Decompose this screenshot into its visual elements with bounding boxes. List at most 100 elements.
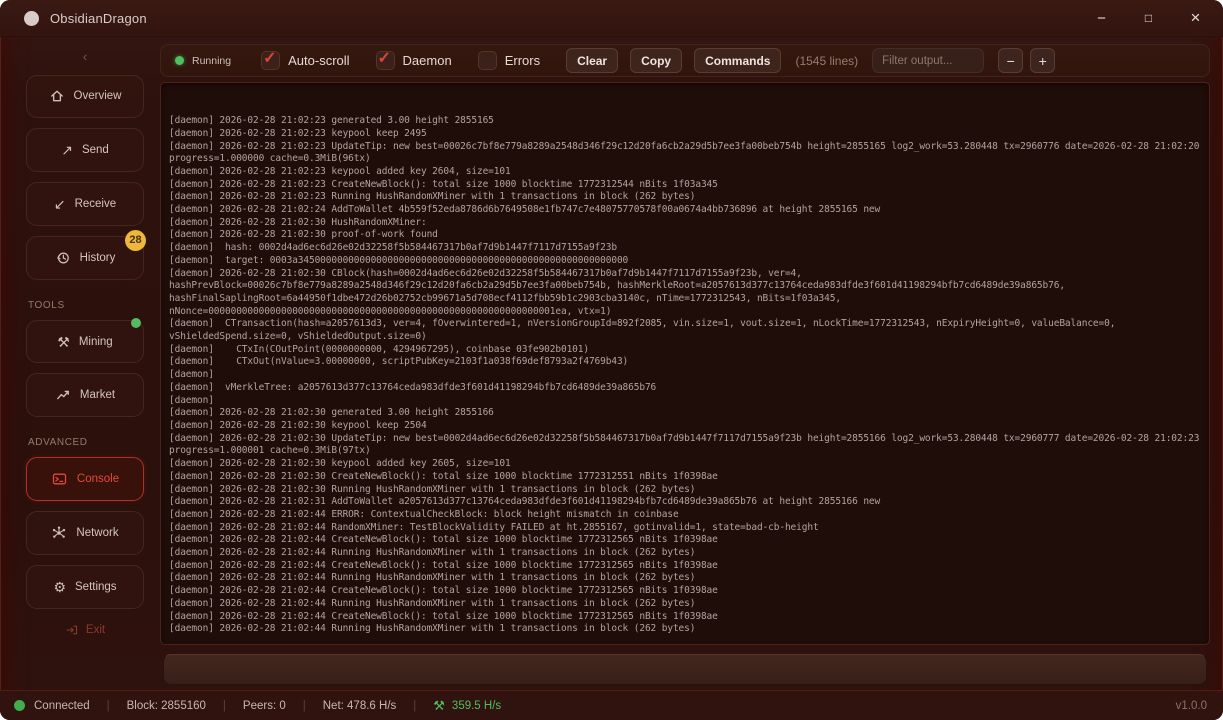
filter-input[interactable] bbox=[872, 48, 984, 73]
sidebar-collapse-button[interactable]: ‹ bbox=[20, 48, 150, 66]
errors-label: Errors bbox=[505, 53, 540, 68]
autoscroll-label: Auto-scroll bbox=[288, 53, 349, 68]
statusbar-separator: | bbox=[303, 700, 306, 712]
mining-hashrate-icon: ⚒ bbox=[433, 698, 445, 714]
sidebar-section-tools: TOOLS bbox=[28, 300, 142, 311]
app-version: v1.0.0 bbox=[1176, 700, 1207, 712]
gear-icon: ⚙ bbox=[53, 580, 66, 594]
sidebar-item-network[interactable]: Network bbox=[26, 511, 144, 555]
log-line: [daemon] 2026-02-28 21:02:44 Running Hus… bbox=[169, 547, 1201, 560]
sidebar-item-label: Network bbox=[76, 527, 118, 539]
log-line: [daemon] 2026-02-28 21:02:30 generated 3… bbox=[169, 407, 1201, 420]
daemon-status-dot bbox=[175, 56, 184, 65]
copy-button[interactable]: Copy bbox=[630, 48, 682, 73]
log-line: [daemon] 2026-02-28 21:02:30 keypool add… bbox=[169, 458, 1201, 471]
console-command-input[interactable] bbox=[163, 654, 1207, 685]
app-window: ObsidianDragon − □ × ‹ Overview ↗ Send ↙… bbox=[0, 0, 1223, 720]
sidebar-item-mining[interactable]: ⚒ Mining bbox=[26, 320, 144, 364]
log-line: [daemon] hash: 0002d4ad6ec6d26e02d32258f… bbox=[169, 242, 1201, 255]
connection-status: Connected bbox=[34, 700, 90, 712]
log-line: [daemon] 2026-02-28 21:02:23 keypool add… bbox=[169, 166, 1201, 179]
sidebar-item-receive[interactable]: ↙ Receive bbox=[26, 182, 144, 226]
mining-active-dot bbox=[131, 318, 141, 328]
log-line: [daemon] 2026-02-28 21:02:44 ERROR: Cont… bbox=[169, 509, 1201, 522]
log-line: [daemon] 2026-02-28 21:02:30 CreateNewBl… bbox=[169, 471, 1201, 484]
log-line: [daemon] 2026-02-28 21:02:30 proof-of-wo… bbox=[169, 229, 1201, 242]
commands-button[interactable]: Commands bbox=[694, 48, 781, 73]
statusbar-separator: | bbox=[223, 700, 226, 712]
sidebar-item-overview[interactable]: Overview bbox=[26, 75, 144, 119]
terminal-icon bbox=[51, 471, 68, 487]
minimize-button[interactable]: − bbox=[1078, 0, 1125, 36]
mining-tools-icon: ⚒ bbox=[57, 335, 70, 349]
font-smaller-button[interactable]: − bbox=[998, 48, 1023, 73]
log-line: [daemon] 2026-02-28 21:02:44 CreateNewBl… bbox=[169, 560, 1201, 573]
sidebar-item-label: Market bbox=[80, 389, 115, 401]
log-line: [daemon] 2026-02-28 21:02:23 generated 3… bbox=[169, 115, 1201, 128]
sidebar-item-settings[interactable]: ⚙ Settings bbox=[26, 565, 144, 609]
sidebar-item-exit[interactable]: Exit bbox=[20, 619, 150, 642]
autoscroll-checkbox-group[interactable]: ✓ Auto-scroll bbox=[261, 51, 349, 70]
checkmark-icon: ✓ bbox=[263, 48, 276, 68]
log-line: [daemon] 2026-02-28 21:02:44 Running Hus… bbox=[169, 572, 1201, 585]
log-line: [daemon] 2026-02-28 21:02:31 AddToWallet… bbox=[169, 496, 1201, 509]
console-output-panel[interactable]: [daemon] 2026-02-28 21:02:23 generated 3… bbox=[160, 82, 1210, 645]
daemon-status-label: Running bbox=[192, 55, 231, 67]
log-line: [daemon] 2026-02-28 21:02:23 UpdateTip: … bbox=[169, 141, 1201, 166]
console-log: [daemon] 2026-02-28 21:02:23 generated 3… bbox=[169, 82, 1201, 636]
daemon-checkbox-group[interactable]: ✓ Daemon bbox=[376, 51, 452, 70]
maximize-button[interactable]: □ bbox=[1125, 0, 1172, 36]
sidebar-item-label: Mining bbox=[79, 336, 113, 348]
sidebar-item-console[interactable]: Console bbox=[26, 457, 144, 501]
log-line: [daemon] 2026-02-28 21:02:44 RandomXMine… bbox=[169, 522, 1201, 535]
log-line: [daemon] target: 0003a345000000000000000… bbox=[169, 255, 1201, 268]
log-line: [daemon] 2026-02-28 21:02:44 CreateNewBl… bbox=[169, 611, 1201, 624]
sidebar-item-send[interactable]: ↗ Send bbox=[26, 128, 144, 172]
sidebar-item-label: Overview bbox=[74, 90, 122, 102]
sidebar-item-label: Settings bbox=[75, 581, 117, 593]
sidebar-section-advanced: ADVANCED bbox=[28, 437, 142, 448]
log-line: [daemon] bbox=[169, 369, 1201, 382]
log-line: [daemon] 2026-02-28 21:02:23 Running Hus… bbox=[169, 191, 1201, 204]
app-logo-icon bbox=[24, 11, 39, 26]
checkmark-icon: ✓ bbox=[378, 48, 391, 68]
titlebar: ObsidianDragon − □ × bbox=[0, 0, 1223, 37]
local-hashrate: 359.5 H/s bbox=[452, 700, 501, 712]
autoscroll-checkbox[interactable]: ✓ bbox=[261, 51, 280, 70]
arrow-up-right-icon: ↗ bbox=[61, 143, 73, 157]
exit-icon bbox=[65, 623, 79, 637]
log-line: [daemon] 2026-02-28 21:02:30 HushRandomX… bbox=[169, 217, 1201, 230]
clear-button[interactable]: Clear bbox=[566, 48, 618, 73]
history-clock-icon bbox=[55, 250, 71, 266]
log-line: [daemon] 2026-02-28 21:02:44 CreateNewBl… bbox=[169, 585, 1201, 598]
font-larger-button[interactable]: + bbox=[1030, 48, 1055, 73]
log-line: [daemon] 2026-02-28 21:02:23 keypool kee… bbox=[169, 128, 1201, 141]
log-line: [daemon] 2026-02-28 21:02:30 CBlock(hash… bbox=[169, 268, 1201, 319]
line-count: (1545 lines) bbox=[795, 54, 858, 68]
network-hashrate: Net: 478.6 H/s bbox=[323, 700, 397, 712]
errors-checkbox[interactable] bbox=[478, 51, 497, 70]
statusbar-separator: | bbox=[413, 700, 416, 712]
close-button[interactable]: × bbox=[1172, 0, 1219, 36]
log-line: [daemon] 2026-02-28 21:02:24 AddToWallet… bbox=[169, 204, 1201, 217]
log-line: [daemon] 2026-02-28 21:02:23 CreateNewBl… bbox=[169, 179, 1201, 192]
peers-count: Peers: 0 bbox=[243, 700, 286, 712]
log-line: [daemon] CTxIn(COutPoint(0000000000, 429… bbox=[169, 344, 1201, 357]
sidebar-item-market[interactable]: Market bbox=[26, 373, 144, 417]
arrow-down-left-icon: ↙ bbox=[54, 197, 66, 211]
console-toolbar: Running ✓ Auto-scroll ✓ Daemon Errors Cl… bbox=[160, 44, 1210, 77]
history-badge: 28 bbox=[125, 230, 146, 251]
log-line: [daemon] vMerkleTree: a2057613d377c13764… bbox=[169, 382, 1201, 395]
errors-checkbox-group[interactable]: Errors bbox=[478, 51, 540, 70]
log-line: [daemon] 2026-02-28 21:02:44 CreateNewBl… bbox=[169, 534, 1201, 547]
statusbar-separator: | bbox=[107, 700, 110, 712]
sidebar-item-label: Console bbox=[77, 473, 119, 485]
log-line: [daemon] bbox=[169, 395, 1201, 408]
block-height: Block: 2855160 bbox=[127, 700, 206, 712]
daemon-checkbox[interactable]: ✓ bbox=[376, 51, 395, 70]
sidebar-item-label: Send bbox=[82, 144, 109, 156]
trend-chart-icon bbox=[55, 387, 71, 403]
log-line: [daemon] CTxOut(nValue=3.00000000, scrip… bbox=[169, 356, 1201, 369]
window-controls: − □ × bbox=[1078, 0, 1223, 36]
sidebar-item-history[interactable]: History 28 bbox=[26, 236, 144, 280]
